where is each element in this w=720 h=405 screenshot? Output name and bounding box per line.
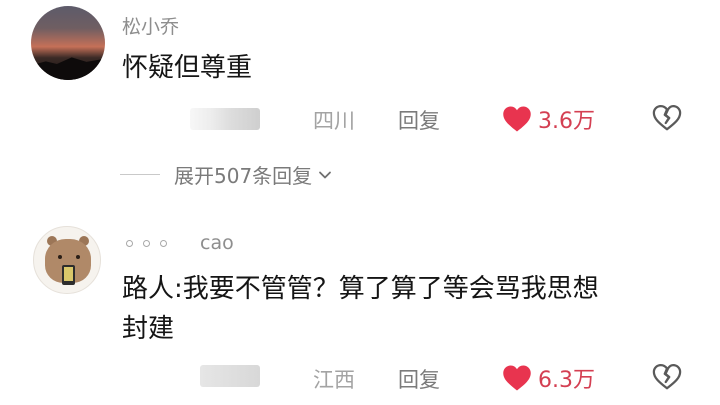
blurred-timestamp [200, 365, 260, 387]
dot [143, 240, 150, 247]
dot [126, 240, 133, 247]
comment-username[interactable]: cao [200, 232, 234, 254]
bear-eye [58, 255, 62, 259]
bear-eye [76, 255, 80, 259]
comment-content-line: 封建 [122, 314, 175, 344]
comment-content-line: 路人:我要不管管？算了算了等会骂我思想 [122, 274, 599, 304]
reply-button[interactable]: 回复 [398, 364, 440, 394]
dot [160, 240, 167, 247]
dislike-button[interactable] [652, 363, 682, 395]
comment-location: 江西 [313, 368, 355, 392]
like-button[interactable]: 6.3万 [502, 362, 595, 394]
like-count: 6.3万 [538, 368, 595, 393]
phone-icon [62, 265, 75, 285]
comment-item: cao 路人:我要不管管？算了算了等会骂我思想 封建 江西 回复 6.3万 [0, 0, 720, 405]
obscured-username-dots [126, 240, 177, 247]
heart-icon [503, 365, 531, 391]
avatar[interactable] [33, 226, 101, 294]
broken-heart-icon [652, 364, 682, 390]
